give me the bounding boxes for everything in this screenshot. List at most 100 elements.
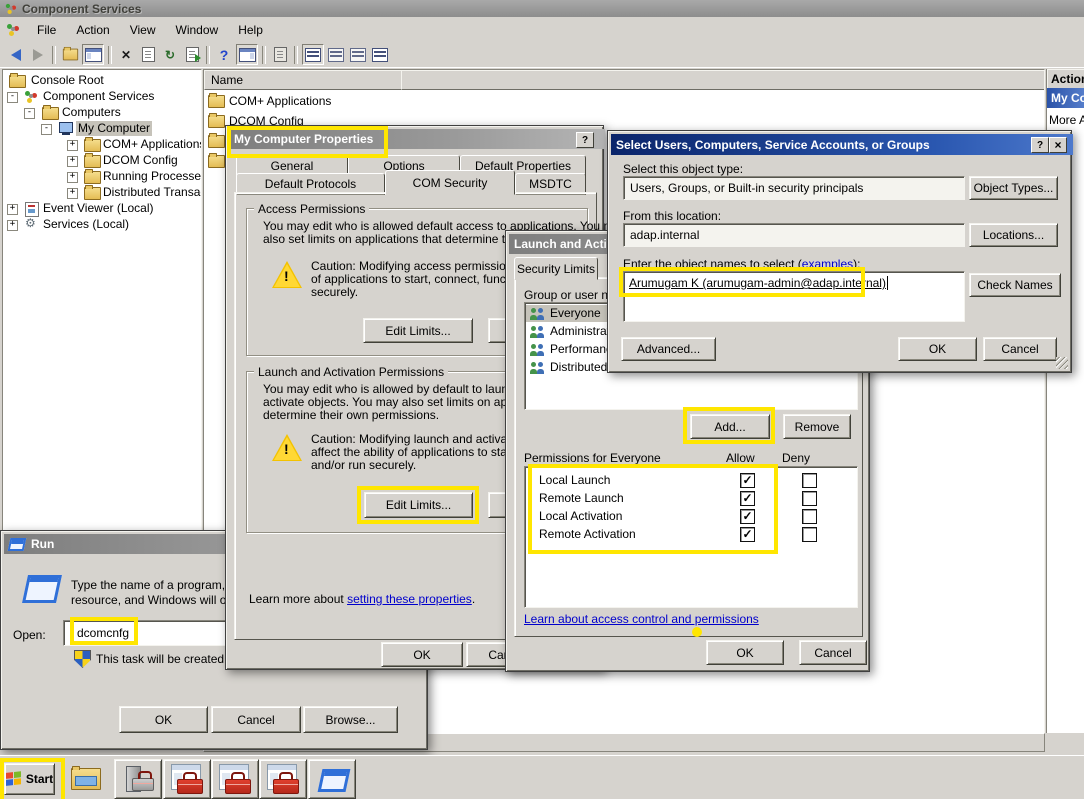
back-icon[interactable] [6,45,26,64]
deny-checkbox-remote-launch[interactable] [802,491,817,506]
tree-item-event-viewer[interactable]: Event Viewer (Local) [3,201,201,217]
launch-edit-limits-button[interactable]: Edit Limits... [364,492,473,518]
taskbar-item-administrative-tools-2[interactable] [211,759,259,799]
object-type-label: Select this object type: [623,162,743,176]
up-one-level-icon[interactable] [60,45,80,64]
add-button[interactable]: Add... [690,414,770,439]
permission-row: Local Launch [539,473,610,487]
allow-checkbox-local-activation[interactable]: ✓ [740,509,755,524]
tree-expander[interactable] [41,124,52,135]
details-view-icon[interactable] [370,45,390,64]
launch-cancel-button[interactable]: Cancel [799,640,867,665]
allow-checkbox-local-launch[interactable]: ✓ [740,473,755,488]
deny-checkbox-local-activation[interactable] [802,509,817,524]
tree-expander[interactable] [7,220,18,231]
tree-item-com-applications[interactable]: COM+ Applications [3,137,201,153]
tree-item-console-root[interactable]: Console Root [3,73,201,89]
menu-view[interactable]: View [120,20,166,40]
select-dialog-titlebar[interactable]: Select Users, Computers, Service Account… [611,134,1073,155]
console-icon [6,23,19,36]
start-button[interactable]: Start [4,763,55,795]
refresh-icon[interactable]: ↻ [160,45,180,64]
taskbar-item-run[interactable] [308,759,356,799]
new-window-icon[interactable] [270,45,290,64]
tab-security-limits[interactable]: Security Limits [514,257,598,280]
tab-com-security[interactable]: COM Security [385,170,515,195]
check-names-button[interactable]: Check Names [969,273,1061,297]
location-field: adap.internal [623,223,965,247]
access-edit-limits-button[interactable]: Edit Limits... [363,318,473,343]
examples-link[interactable]: examples [802,257,853,271]
run-cancel-button[interactable]: Cancel [211,706,301,733]
properties-titlebar[interactable]: My Computer Properties [229,129,605,149]
tree-expander[interactable] [67,140,78,151]
permissions-list: Local Launch ✓ Remote Launch ✓ Local Act… [524,466,858,608]
tree-item-computers[interactable]: Computers [3,105,201,121]
main-titlebar[interactable]: Component Services [0,0,1084,17]
show-hide-console-tree-icon[interactable] [82,44,104,65]
tree-item-running-processes[interactable]: Running Processes [3,169,201,185]
deny-checkbox-remote-activation[interactable] [802,527,817,542]
tree-item-dcom-config[interactable]: DCOM Config [3,153,201,169]
column-header-name[interactable]: Name [204,70,409,90]
launch-ok-button[interactable]: OK [706,640,784,665]
tree-item-component-services[interactable]: Component Services [3,89,201,105]
resize-grip[interactable] [1056,357,1068,369]
forward-icon[interactable] [28,45,48,64]
tree-expander[interactable] [67,188,78,199]
properties-icon[interactable] [138,45,158,64]
tree-item-services[interactable]: ⚙ Services (Local) [3,217,201,233]
tree-expander[interactable] [67,172,78,183]
show-hide-action-pane-icon[interactable] [236,44,258,65]
object-names-textarea[interactable]: Arumugam K (arumugam-admin@adap.internal… [623,271,965,322]
select-help-button[interactable]: ? [1031,137,1049,153]
list-item-com-applications[interactable]: COM+ Applications [204,91,1044,111]
tree-expander[interactable] [24,108,35,119]
column-header-blank[interactable] [401,70,1045,90]
access-control-link[interactable]: Learn about access control and permissio… [524,612,759,626]
delete-icon[interactable]: ✕ [116,45,136,64]
taskbar-item-windows-explorer[interactable] [63,759,109,797]
menu-file[interactable]: File [27,20,66,40]
actions-more-actions[interactable]: More Actions [1049,113,1084,127]
large-icons-view-icon[interactable] [302,44,324,65]
properties-learn-more: Learn more about setting these propertie… [249,592,475,606]
run-ok-button[interactable]: OK [119,706,208,733]
actions-selected-item[interactable]: My Computer [1047,88,1084,108]
remove-button[interactable]: Remove [783,414,851,439]
allow-checkbox-remote-launch[interactable]: ✓ [740,491,755,506]
properties-ok-button[interactable]: OK [381,642,463,667]
select-users-dialog: Select Users, Computers, Service Account… [607,130,1072,373]
tree-expander[interactable] [67,156,78,167]
tree-expander[interactable] [7,204,18,215]
taskbar-item-administrative-tools-3[interactable] [259,759,307,799]
export-list-icon[interactable] [182,45,202,64]
menu-window[interactable]: Window [166,20,229,40]
select-ok-button[interactable]: OK [898,337,977,361]
small-icons-view-icon[interactable] [326,45,346,64]
taskbar: Start [0,755,1084,799]
menu-action[interactable]: Action [66,20,119,40]
locations-button[interactable]: Locations... [969,223,1058,247]
users-group-icon [529,325,546,338]
help-icon[interactable]: ? [214,45,234,64]
advanced-button[interactable]: Advanced... [621,337,716,361]
object-types-button[interactable]: Object Types... [969,176,1058,200]
deny-checkbox-local-launch[interactable] [802,473,817,488]
tree-item-my-computer[interactable]: My Computer [3,121,201,137]
select-cancel-button[interactable]: Cancel [983,337,1057,361]
taskbar-item-administrative-tools-1[interactable] [163,759,211,799]
toolbar-separator [262,46,266,64]
component-services-icon [24,90,37,103]
select-close-button[interactable]: × [1049,137,1067,153]
setting-properties-link[interactable]: setting these properties [347,592,472,606]
run-browse-button[interactable]: Browse... [303,706,398,733]
tree-item-distributed-transaction[interactable]: Distributed Transaction Coordinator [3,185,201,201]
properties-help-button[interactable]: ? [576,132,594,148]
tree-expander[interactable] [7,92,18,103]
menu-help[interactable]: Help [228,20,273,40]
main-window-title: Component Services [22,2,141,16]
taskbar-item-server-manager[interactable] [114,759,162,799]
allow-checkbox-remote-activation[interactable]: ✓ [740,527,755,542]
list-view-icon[interactable] [348,45,368,64]
